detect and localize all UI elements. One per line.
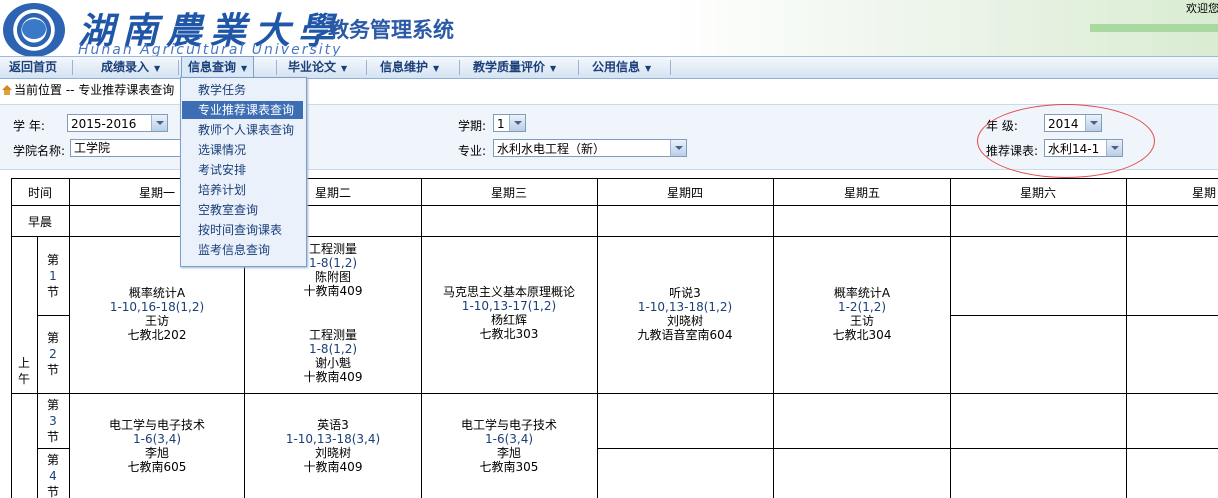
grid-line [69, 178, 70, 498]
nav-separator [670, 60, 671, 75]
chevron-down-icon [670, 140, 686, 156]
chevron-down-icon: ▼ [645, 64, 652, 73]
nav-teaching-evaluation[interactable]: 教学质量评价 ▼ [473, 57, 556, 78]
nav-info-query[interactable]: 信息查询 ▼ [181, 56, 255, 79]
system-title: 教务管理系统 [328, 18, 454, 42]
nav-separator [276, 60, 277, 75]
menu-item-training-plan[interactable]: 培养计划 [182, 181, 303, 199]
day-header-sat: 星期六 [1019, 186, 1057, 200]
grid-line [37, 448, 70, 449]
day-header-sun: 星期日 [1191, 186, 1218, 200]
major-label: 专业: [458, 144, 487, 158]
nav-thesis[interactable]: 毕业论文 ▼ [288, 57, 347, 78]
main-nav: 返回首页 成绩录入 ▼ 信息查询 ▼ 毕业论文 ▼ 信息维护 ▼ 教学质量评价 ▼ 公用信… [0, 56, 1218, 79]
time-header: 时间 [27, 186, 53, 200]
menu-item-major-schedule[interactable]: 专业推荐课表查询 [182, 101, 303, 119]
grid-line [1126, 178, 1127, 498]
menu-item-teaching-task[interactable]: 教学任务 [182, 81, 303, 99]
university-logo-en: Hunan Agricultural University [78, 42, 343, 56]
term-label: 学期: [458, 119, 487, 133]
chevron-down-icon: ▼ [550, 64, 557, 73]
grid-line [11, 393, 1218, 394]
grade-label: 年 级: [986, 119, 1018, 133]
chevron-down-icon [151, 115, 167, 131]
day-header-fri: 星期五 [843, 186, 881, 200]
grid-line [950, 315, 1218, 316]
grade-select[interactable]: 2014 [1044, 114, 1102, 132]
menu-item-schedule-by-time[interactable]: 按时间查询课表 [182, 221, 303, 239]
day-header-thu: 星期四 [666, 186, 704, 200]
college-field[interactable]: 工学院 [70, 139, 182, 157]
early-label: 早晨 [27, 215, 53, 229]
chevron-down-icon [1106, 140, 1122, 156]
decorative-bar [1090, 24, 1218, 32]
day-header-wed: 星期三 [490, 186, 528, 200]
university-seal-icon [3, 3, 65, 56]
nav-home[interactable]: 返回首页 [9, 57, 57, 78]
grid-line [421, 178, 422, 498]
major-select[interactable]: 水利水电工程（新） [493, 139, 687, 157]
term-select[interactable]: 1 [493, 114, 526, 132]
breadcrumb: 当前位置 -- 专业推荐课表查询 [0, 80, 174, 100]
course-cell[interactable]: 概率统计A 1-10,16-18(1,2) 王访 七教北202 [110, 286, 204, 342]
home-icon [2, 85, 12, 95]
course-cell[interactable]: 听说3 1-10,13-18(1,2) 刘晓树 九教语音室南604 [638, 286, 733, 342]
period-label-3: 第3节 [46, 398, 59, 444]
chevron-down-icon [509, 115, 525, 131]
period-label-2: 第2节 [46, 331, 59, 377]
menu-item-course-selection[interactable]: 选课情况 [182, 141, 303, 159]
menu-item-exam-arrangement[interactable]: 考试安排 [182, 161, 303, 179]
course-cell[interactable]: 电工学与电子技术 1-6(3,4) 李旭 七教南605 [109, 418, 205, 474]
chevron-down-icon [1085, 115, 1101, 131]
chevron-down-icon: ▼ [241, 64, 248, 73]
grid-line [597, 448, 1218, 449]
year-label: 学 年: [13, 119, 45, 133]
chevron-down-icon: ▼ [154, 64, 161, 73]
nav-separator [366, 60, 367, 75]
chevron-down-icon: ▼ [433, 64, 440, 73]
college-label: 学院名称: [13, 144, 66, 158]
recommend-select[interactable]: 水利14-1 [1044, 139, 1123, 157]
course-cell[interactable]: 概率统计A 1-2(1,2) 王访 七教北304 [833, 286, 892, 342]
recommend-label: 推荐课表: [986, 144, 1039, 158]
menu-item-teacher-schedule[interactable]: 教师个人课表查询 [182, 121, 303, 139]
grid-line [37, 315, 70, 316]
nav-separator [72, 60, 73, 75]
year-select[interactable]: 2015-2016 [67, 114, 168, 132]
menu-item-invigilation[interactable]: 监考信息查询 [182, 241, 303, 259]
chevron-down-icon: ▼ [341, 64, 348, 73]
course-cell[interactable]: 工程测量 1-8(1,2) 谢小魁 十教南409 [304, 328, 363, 384]
nav-grade-entry[interactable]: 成绩录入 ▼ [101, 57, 160, 78]
day-header-tue: 星期二 [314, 186, 352, 200]
nav-separator [578, 60, 579, 75]
nav-info-maintenance[interactable]: 信息维护 ▼ [380, 57, 439, 78]
nav-separator [459, 60, 460, 75]
course-cell[interactable]: 英语3 1-10,13-18(3,4) 刘晓树 十教南409 [286, 418, 380, 474]
course-cell[interactable]: 马克思主义基本原理概论 1-10,13-17(1,2) 杨红辉 七教北303 [443, 285, 575, 341]
day-header-mon: 星期一 [138, 186, 176, 200]
grid-line [773, 178, 774, 498]
nav-public-info[interactable]: 公用信息 ▼ [592, 57, 651, 78]
grid-line [950, 178, 951, 498]
info-query-dropdown: 教学任务 专业推荐课表查询 教师个人课表查询 选课情况 考试安排 培养计划 空教… [180, 77, 307, 267]
grid-line [597, 178, 598, 498]
course-cell[interactable]: 工程测量 1-8(1,2) 陈附图 十教南409 [304, 242, 363, 298]
grid-line [37, 236, 38, 498]
welcome-text: 欢迎您 [1186, 2, 1218, 15]
morning-label: 上午 [17, 356, 30, 386]
grid-line [11, 178, 12, 498]
period-label-1: 第1节 [46, 253, 59, 299]
period-label-4: 第4节 [46, 453, 59, 498]
menu-item-empty-classroom[interactable]: 空教室查询 [182, 201, 303, 219]
nav-separator [178, 60, 179, 75]
header-banner: 湖南農業大學 Hunan Agricultural University 教务管… [0, 0, 1218, 56]
course-cell[interactable]: 电工学与电子技术 1-6(3,4) 李旭 七教南305 [461, 418, 557, 474]
